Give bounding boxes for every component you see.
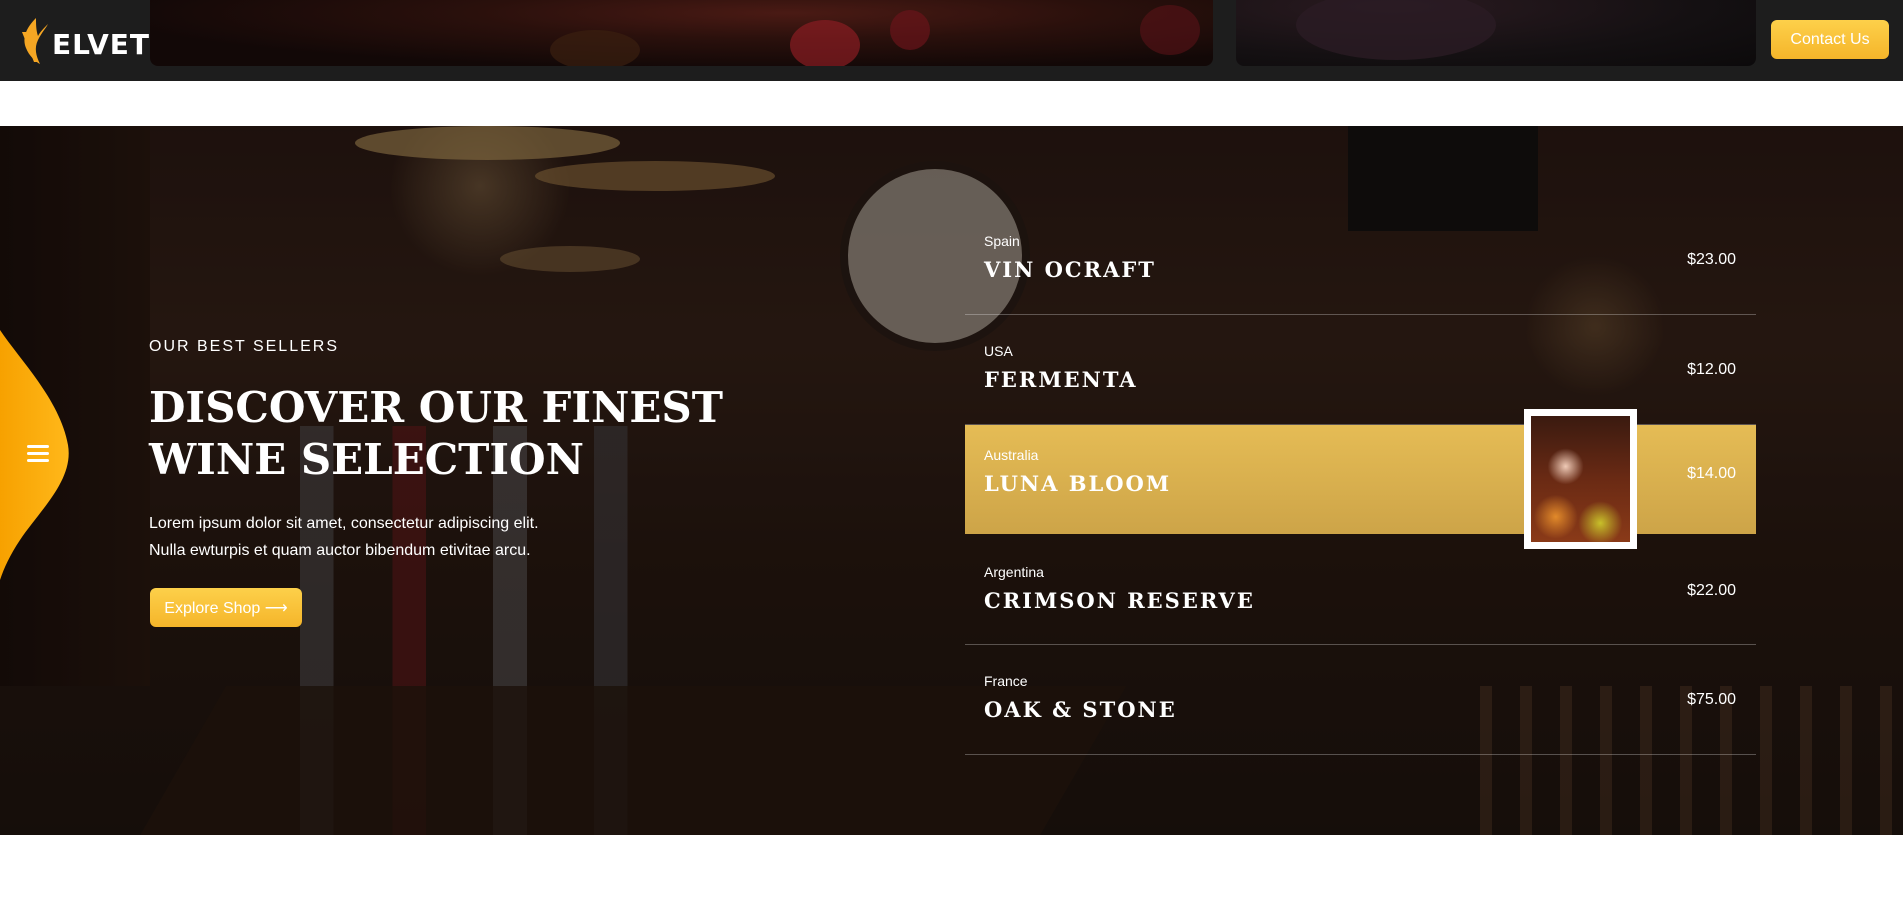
wine-name: VIN OCRAFT xyxy=(984,257,1156,282)
logo-icon xyxy=(22,18,48,64)
wine-country: USA xyxy=(984,343,1013,359)
contact-button[interactable]: Contact Us xyxy=(1771,20,1889,59)
wine-item-oak-and-stone[interactable]: France OAK & STONE $75.00 xyxy=(965,645,1756,755)
wine-country: Argentina xyxy=(984,564,1044,580)
section-description: Lorem ipsum dolor sit amet, consectetur … xyxy=(149,510,669,564)
wine-country: Spain xyxy=(984,233,1020,249)
wine-country: Australia xyxy=(984,447,1039,463)
wine-item-luna-bloom[interactable]: Australia LUNA BLOOM $14.00 xyxy=(965,409,1756,549)
logo-text: ELVET xyxy=(52,27,151,61)
section-eyebrow: OUR BEST SELLERS xyxy=(149,338,339,355)
wine-name: FERMENTA xyxy=(984,367,1138,392)
wine-item-crimson-reserve[interactable]: Argentina CRIMSON RESERVE $22.00 xyxy=(965,534,1756,645)
wine-price: $12.00 xyxy=(1687,361,1736,378)
wine-preview-image xyxy=(1524,409,1637,549)
menu-icon[interactable] xyxy=(27,445,49,463)
wine-country: France xyxy=(984,673,1028,689)
description-line: Lorem ipsum dolor sit amet, consectetur … xyxy=(149,515,539,532)
wine-price: $22.00 xyxy=(1687,582,1736,599)
header-banner-image xyxy=(150,0,1213,66)
wine-price: $23.00 xyxy=(1687,251,1736,268)
wine-name: CRIMSON RESERVE xyxy=(984,588,1255,613)
wine-name: OAK & STONE xyxy=(984,697,1177,722)
wine-price: $75.00 xyxy=(1687,691,1736,708)
wine-price: $14.00 xyxy=(1687,465,1736,482)
wine-item-fermenta[interactable]: USA FERMENTA $12.00 xyxy=(965,315,1756,425)
logo[interactable]: ELVET xyxy=(16,14,150,66)
description-line: Nulla ewturpis et quam auctor bibendum e… xyxy=(149,542,531,559)
header-banner-image xyxy=(1236,0,1756,66)
section-title: DISCOVER OUR FINEST WINE SELECTION xyxy=(149,383,723,484)
site-header: ELVET Contact Us xyxy=(0,0,1903,81)
wine-name: LUNA BLOOM xyxy=(984,471,1172,496)
wine-list: Spain VIN OCRAFT $23.00 USA FERMENTA $12… xyxy=(965,205,1756,755)
explore-shop-button[interactable]: Explore Shop ⟶ xyxy=(150,588,302,627)
wine-item-vin-ocraft[interactable]: Spain VIN OCRAFT $23.00 xyxy=(965,205,1756,315)
